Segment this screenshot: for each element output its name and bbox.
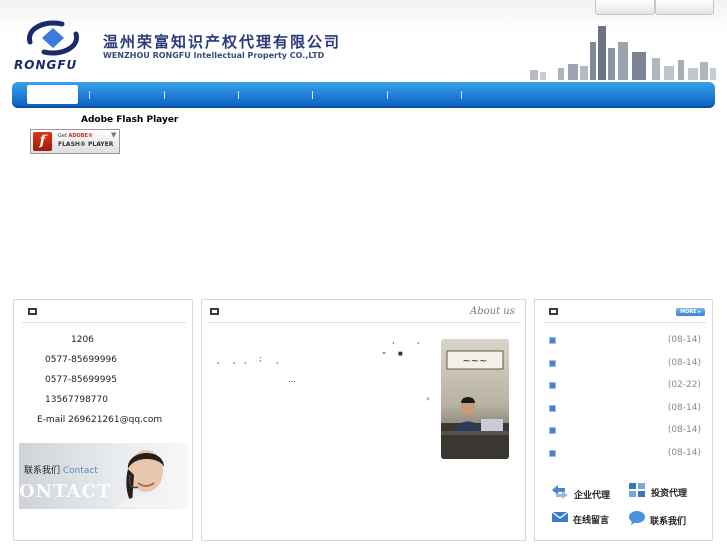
news-more-button[interactable]: MORE ▸ (676, 308, 705, 316)
nav-separator (164, 91, 165, 99)
panel-divider (22, 322, 186, 323)
bullet-icon (549, 405, 556, 412)
contact-phone-1: 0577-85699996 (45, 355, 117, 365)
about-text-mark: , (276, 356, 279, 365)
about-text-mark: “ (382, 351, 387, 360)
news-date: (08-14) (667, 403, 701, 413)
about-more-link[interactable]: » (426, 395, 430, 403)
banner-watermark-text: ONTACT (19, 481, 112, 502)
contact-email[interactable]: E-mail 269621261@qq.com (37, 415, 162, 425)
news-date: (08-14) (667, 448, 701, 458)
bullet-icon (549, 360, 556, 367)
bullet-icon (549, 382, 556, 389)
service-investment-agency[interactable]: 投资代理 (628, 482, 700, 502)
news-item[interactable]: (02-22) (549, 380, 701, 392)
rongfu-logo-icon[interactable] (22, 18, 84, 58)
company-name-en: WENZHOU RONGFU Intellectual Property CO.… (103, 51, 325, 60)
download-arrow-icon: ▼ (111, 131, 117, 139)
about-us-title: About us (470, 306, 515, 317)
arrow-right-icon (28, 308, 37, 315)
bullet-icon (549, 450, 556, 457)
bullet-icon (549, 427, 556, 434)
arrow-right-icon (210, 308, 219, 315)
company-name-cn: 温州荣富知识产权代理有限公司 (103, 33, 342, 51)
site-header: RONGFU 温州荣富知识产权代理有限公司 WENZHOU RONGFU Int… (0, 0, 727, 82)
arrow-right-icon (549, 308, 558, 315)
nav-separator (312, 91, 313, 99)
about-text-mark: , (392, 336, 395, 345)
logo-wordmark: RONGFU (14, 58, 78, 72)
nav-item-home[interactable] (27, 85, 78, 104)
about-text-mark: , (217, 356, 220, 365)
service-enterprise-agency[interactable]: 企业代理 (551, 484, 621, 504)
contact-phone-2: 0577-85699995 (45, 375, 117, 385)
news-item[interactable]: (08-14) (549, 403, 701, 415)
mail-icon (551, 511, 569, 522)
news-date: (08-14) (667, 425, 701, 435)
news-date: (08-14) (667, 358, 701, 368)
main-nav-bar (12, 82, 715, 108)
service-label: 在线留言 (573, 516, 610, 526)
office-photo: ~~~ (441, 339, 509, 459)
panel-divider (208, 322, 521, 323)
flash-icon: f (33, 132, 52, 151)
get-flash-player-button[interactable]: f Get ADOBE® FLASH® PLAYER ▼ (30, 129, 120, 154)
bullet-icon (549, 337, 556, 344)
nav-separator (238, 91, 239, 99)
news-item[interactable]: (08-14) (549, 358, 701, 370)
news-item[interactable]: (08-14) (549, 425, 701, 437)
about-panel: About us , , “ ■ , , , ; , ... » ~~~ (201, 299, 526, 541)
about-text-mark: ■ (398, 351, 403, 357)
svg-text:~~~: ~~~ (462, 356, 487, 367)
news-item[interactable]: (08-14) (549, 448, 701, 460)
about-ellipsis: ... (288, 375, 296, 384)
about-text-mark: , (233, 356, 236, 365)
arrows-icon (552, 485, 568, 499)
service-contact-us[interactable]: 联系我们 (628, 510, 700, 530)
nav-separator (89, 91, 90, 99)
top-tab-1[interactable] (595, 0, 655, 15)
contact-mobile: 13567798770 (45, 395, 108, 405)
news-panel: MORE ▸ (08-14) (08-14) (02-22) (08-14) (… (534, 299, 713, 541)
top-tab-2[interactable] (655, 0, 714, 15)
news-date: (08-14) (667, 335, 701, 345)
chat-bubble-icon (629, 511, 645, 525)
city-skyline-image (530, 26, 716, 80)
about-text-mark: , (244, 356, 247, 365)
banner-label: 联系我们 Contact (24, 466, 98, 476)
contact-panel: 1206 0577-85699996 0577-85699995 1356779… (13, 299, 193, 541)
service-online-message[interactable]: 在线留言 (551, 509, 623, 529)
news-date: (02-22) (667, 380, 701, 390)
service-label: 投资代理 (651, 489, 688, 499)
panel-divider (543, 322, 706, 323)
flash-player-title: Adobe Flash Player (81, 115, 179, 125)
service-label: 企业代理 (574, 491, 611, 501)
nav-separator (461, 91, 462, 99)
contact-address: 1206 (71, 335, 94, 345)
contact-us-banner[interactable]: 联系我们 Contact ONTACT (19, 443, 188, 509)
support-agent-photo (118, 450, 172, 507)
news-item[interactable]: (08-14) (549, 335, 701, 347)
about-text-mark: , (417, 336, 420, 345)
service-label: 联系我们 (650, 517, 687, 527)
nav-separator (387, 91, 388, 99)
get-adobe-label: Get ADOBE® (58, 133, 94, 139)
about-text-mark: ; (259, 354, 262, 363)
flash-player-label: FLASH® PLAYER (58, 141, 114, 148)
grid-icon (629, 483, 645, 497)
